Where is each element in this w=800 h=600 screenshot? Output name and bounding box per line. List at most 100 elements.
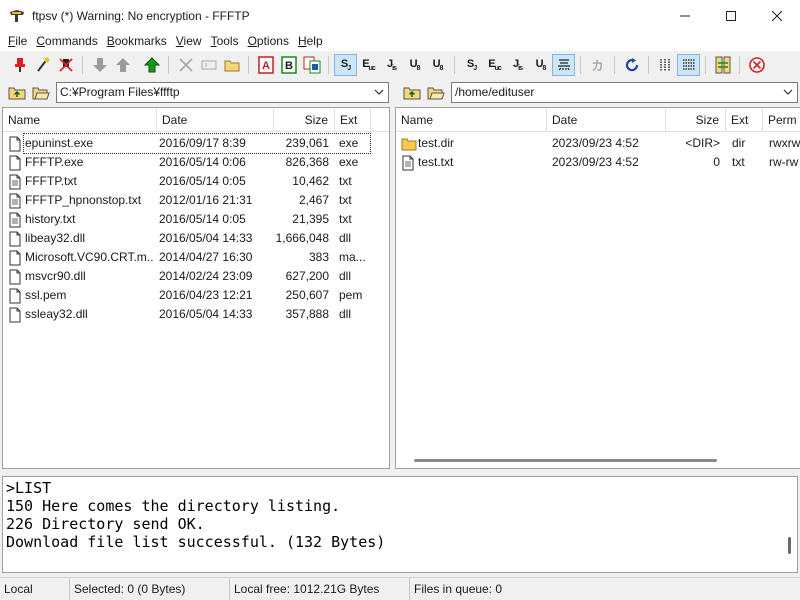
- local-file-row[interactable]: FFFTP_hpnonstop.txt 2012/01/16 21:31 2,467…: [3, 191, 389, 210]
- file-name: test.txt: [418, 155, 454, 169]
- file-ext: pem: [339, 288, 363, 302]
- connect-icon: [14, 58, 25, 72]
- connect-button[interactable]: [8, 54, 31, 76]
- detail-view-icon: [682, 59, 695, 70]
- window-title: ftpsv (*) Warning: No encryption - FFFTP: [32, 8, 250, 23]
- remote-path-bar: /home/edituser: [395, 80, 800, 104]
- log-panel[interactable]: >LIST 150 Here comes the directory listi…: [2, 476, 798, 573]
- kana-button[interactable]: カ: [586, 54, 609, 76]
- remote-file-list[interactable]: Name Date Size Ext Perm test.dir 2023/09/…: [395, 107, 800, 469]
- remote-utf8-button[interactable]: U8: [529, 54, 552, 76]
- column-header-size[interactable]: Size: [274, 108, 335, 132]
- auto-mode-button[interactable]: [300, 54, 323, 76]
- close-button[interactable]: [754, 0, 800, 31]
- status-queue: Files in queue: 0: [414, 582, 503, 596]
- file-date: 2014/02/24 23:09: [159, 269, 253, 283]
- toolbar-separator: [328, 56, 329, 74]
- local-file-row[interactable]: FFFTP.txt 2016/05/14 0:05 10,462 txt: [3, 172, 389, 191]
- delete-button[interactable]: [174, 54, 197, 76]
- column-header-size[interactable]: Size: [666, 108, 726, 132]
- column-header-date[interactable]: Date: [157, 108, 274, 132]
- toolbar-separator: [705, 56, 706, 74]
- local-open-folder-button[interactable]: [30, 82, 52, 102]
- remote-sjis-button[interactable]: SJ: [460, 54, 483, 76]
- remote-file-row[interactable]: test.dir 2023/09/23 4:52 <DIR> dir rwxrw: [396, 134, 800, 153]
- remote-jis-icon: Jis: [513, 57, 523, 73]
- rename-button[interactable]: [197, 54, 220, 76]
- sync-browse-button[interactable]: [711, 54, 734, 76]
- menu-help[interactable]: Help: [298, 34, 329, 48]
- menu-commands[interactable]: Commands: [36, 34, 103, 48]
- local-path-combo[interactable]: C:¥Program Files¥ffftp: [56, 81, 389, 103]
- menu-tools[interactable]: Tools: [211, 34, 245, 48]
- local-file-row[interactable]: ssl.pem 2016/04/23 12:21 250,607 pem: [3, 286, 389, 305]
- refresh-button[interactable]: [620, 54, 643, 76]
- remote-jis-button[interactable]: Jis: [506, 54, 529, 76]
- abort-button[interactable]: [745, 54, 768, 76]
- utf8bom-icon: U8: [432, 57, 444, 73]
- upload-button[interactable]: [111, 54, 134, 76]
- column-header-name[interactable]: Name: [396, 108, 547, 132]
- local-file-row[interactable]: FFFTP.exe 2016/05/14 0:06 826,368 exe: [3, 153, 389, 172]
- remote-euc-button[interactable]: Euc: [483, 54, 506, 76]
- mirror-upload-button[interactable]: [140, 54, 163, 76]
- delete-icon: [178, 58, 193, 72]
- menu-options[interactable]: Options: [248, 34, 295, 48]
- local-file-list[interactable]: Name Date Size Ext epuninst.exe 2016/09/1…: [2, 107, 390, 469]
- quick-connect-icon: [36, 57, 49, 72]
- binary-mode-button[interactable]: B: [277, 54, 300, 76]
- remote-list-header: Name Date Size Ext Perm: [396, 108, 800, 132]
- local-file-row[interactable]: history.txt 2016/05/14 0:05 21,395 txt: [3, 210, 389, 229]
- local-file-row[interactable]: libeay32.dll 2016/05/04 14:33 1,666,048 dll: [3, 229, 389, 248]
- menu-file[interactable]: File: [8, 34, 33, 48]
- local-file-row[interactable]: ssleay32.dll 2016/05/04 14:33 357,888 dll: [3, 305, 389, 324]
- parent-folder-icon: [8, 87, 26, 99]
- ascii-mode-button[interactable]: A: [254, 54, 277, 76]
- file-date: 2012/01/16 21:31: [159, 193, 253, 207]
- column-header-ext[interactable]: Ext: [335, 108, 371, 132]
- file-icon: [9, 136, 21, 152]
- file-size: 627,200: [285, 269, 329, 283]
- file-name: epuninst.exe: [25, 136, 94, 150]
- column-header-name[interactable]: Name: [3, 108, 157, 132]
- local-file-row[interactable]: Microsoft.VC90.CRT.m... 2014/04/27 16:30 3…: [3, 248, 389, 267]
- menu-view[interactable]: View: [176, 34, 208, 48]
- file-icon: [9, 269, 21, 285]
- menu-label: elp: [306, 34, 323, 48]
- list-view-button[interactable]: [654, 54, 677, 76]
- file-name: FFFTP.txt: [25, 174, 77, 188]
- download-button[interactable]: [88, 54, 111, 76]
- maximize-button[interactable]: [708, 0, 754, 31]
- quick-connect-button[interactable]: [31, 54, 54, 76]
- vertical-scrollbar[interactable]: [788, 537, 791, 554]
- mkdir-button[interactable]: [220, 54, 243, 76]
- local-utf8bom-button[interactable]: U8: [426, 54, 449, 76]
- status-local-free: Local free: 1012.21G Bytes: [230, 578, 410, 600]
- menu-label: ptions: [256, 34, 289, 48]
- remote-open-folder-button[interactable]: [425, 82, 447, 102]
- download-icon: [92, 58, 107, 72]
- horizontal-scrollbar[interactable]: [414, 459, 717, 462]
- local-parent-folder-button[interactable]: [6, 82, 28, 102]
- local-file-row[interactable]: epuninst.exe 2016/09/17 8:39 239,061 exe: [3, 133, 389, 154]
- menu-bookmarks[interactable]: Bookmarks: [107, 34, 173, 48]
- minimize-button[interactable]: [662, 0, 708, 31]
- local-file-row[interactable]: msvcr90.dll 2014/02/24 23:09 627,200 dll: [3, 267, 389, 286]
- column-header-date[interactable]: Date: [547, 108, 666, 132]
- local-sjis-button[interactable]: SJ: [334, 54, 357, 76]
- remote-path-combo[interactable]: /home/edituser: [451, 81, 798, 103]
- local-utf8-button[interactable]: U8: [403, 54, 426, 76]
- column-header-ext[interactable]: Ext: [726, 108, 763, 132]
- local-euc-button[interactable]: Euc: [357, 54, 380, 76]
- file-ext: exe: [339, 136, 359, 150]
- detail-view-button[interactable]: [677, 54, 700, 76]
- file-perm: rw-rw: [769, 155, 799, 169]
- no-convert-button[interactable]: [552, 54, 575, 76]
- remote-file-row[interactable]: test.txt 2023/09/23 4:52 0 txt rw-rw: [396, 153, 800, 172]
- column-header-perm[interactable]: Perm: [763, 108, 800, 132]
- file-name: FFFTP_hpnonstop.txt: [25, 193, 142, 207]
- open-folder-icon: [427, 87, 445, 99]
- remote-parent-folder-button[interactable]: [401, 82, 423, 102]
- disconnect-button[interactable]: [54, 54, 77, 76]
- local-jis-button[interactable]: Jis: [380, 54, 403, 76]
